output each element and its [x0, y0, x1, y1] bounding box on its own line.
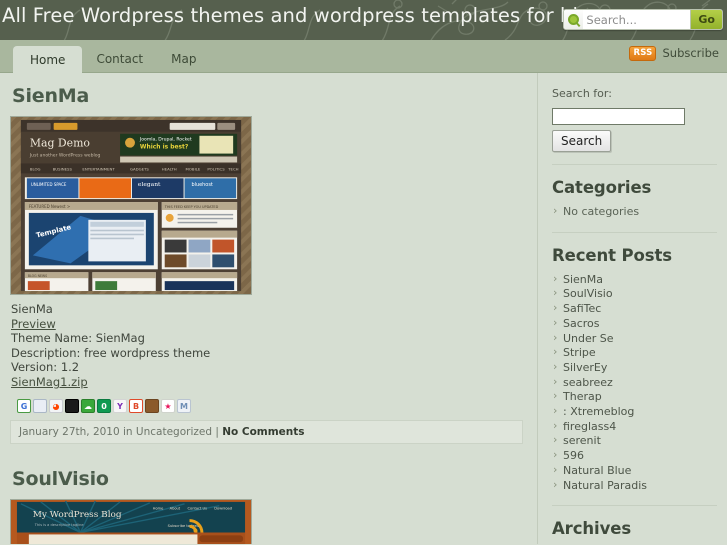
widget-search: Search for: Search: [552, 87, 717, 164]
svg-text:GADGETS: GADGETS: [130, 166, 149, 171]
post-meta-bar: January 27th, 2010 in Uncategorized | No…: [10, 419, 523, 444]
list-item[interactable]: Under Se: [552, 331, 717, 347]
svg-text:POLITICS: POLITICS: [207, 166, 225, 171]
categories-title: Categories: [552, 178, 652, 197]
list-item[interactable]: Therap: [552, 389, 717, 405]
post-detail-lines: SienMa Preview Theme Name: SienMag Descr…: [10, 302, 525, 390]
post-spacer: [10, 444, 525, 466]
download-zip-link[interactable]: SienMag1.zip: [11, 375, 88, 389]
list-item[interactable]: Stripe: [552, 345, 717, 361]
nav-tab-list: Home Contact Map: [0, 40, 727, 73]
search-go-button[interactable]: Go: [690, 10, 722, 29]
svg-text:BLOG: BLOG: [30, 166, 41, 171]
subscribe-label: Subscribe: [662, 46, 719, 61]
svg-text:Mag Demo: Mag Demo: [30, 137, 90, 150]
list-item[interactable]: SilverEy: [552, 360, 717, 376]
post-date: January 27th, 2010 in Uncategorized |: [19, 425, 223, 438]
list-item[interactable]: Natural Paradis: [552, 478, 717, 494]
sphinn-icon[interactable]: ★: [161, 398, 175, 413]
widget-categories: Categories No categories: [552, 164, 717, 232]
svg-text:Joomla, Drupal, Rocket: Joomla, Drupal, Rocket: [139, 137, 192, 143]
nav-tab-map[interactable]: Map: [157, 46, 210, 73]
svg-text:ENTERTAINMENT: ENTERTAINMENT: [82, 166, 115, 171]
rss-icon: RSS: [629, 46, 657, 61]
technorati-icon[interactable]: ☁: [81, 398, 95, 413]
dzone-icon[interactable]: [65, 398, 79, 413]
svg-text:HEALTH: HEALTH: [162, 166, 177, 171]
tipd-icon[interactable]: 0: [97, 398, 111, 413]
post-thumbnail[interactable]: My WordPress Blog This is a descriptive …: [10, 498, 252, 544]
widget-recent-posts: Recent Posts SienMa SoulVisio SafiTec Sa…: [552, 231, 717, 506]
svg-text:Download: Download: [214, 506, 232, 510]
site-header: All Free Wordpress themes and wordpress …: [0, 0, 727, 40]
svg-text:My WordPress Blog: My WordPress Blog: [33, 510, 122, 520]
post-soulvisio: SoulVisio My WordPress Blog This is a de…: [10, 468, 525, 544]
theme-description-line: Description: free wordpress theme: [11, 345, 211, 360]
theme-version-line: Version: 1.2: [11, 360, 80, 375]
archives-title: Archives: [552, 519, 632, 539]
page-body: SienMa Mag Demo Just another WordPress w…: [0, 73, 727, 544]
list-item[interactable]: serenit: [552, 433, 717, 449]
blinklist-icon[interactable]: B: [129, 398, 143, 413]
svg-text:TECH: TECH: [227, 166, 239, 171]
svg-text:FEATURED Newest >: FEATURED Newest >: [29, 204, 70, 209]
list-item[interactable]: : Xtremeblog: [552, 404, 717, 420]
list-item[interactable]: SafiTec: [552, 301, 717, 317]
theme-name-line: Theme Name: SienMag: [11, 331, 145, 346]
widget-archives: Archives January 2010 (33) December 2009…: [552, 505, 717, 544]
post-thumbnail[interactable]: Mag Demo Just another WordPress weblog J…: [10, 116, 252, 295]
list-item[interactable]: seabreez: [552, 375, 717, 391]
post-sienma: SienMa Mag Demo Just another WordPress w…: [10, 85, 525, 444]
search-for-label: Search for:: [552, 87, 612, 100]
svg-text:bluehost: bluehost: [191, 182, 212, 188]
subscribe-link[interactable]: RSS Subscribe: [629, 46, 719, 61]
post-title[interactable]: SienMa: [12, 85, 525, 107]
delicious-icon[interactable]: [33, 398, 47, 413]
svg-text:elegant: elegant: [138, 181, 161, 188]
svg-text:MOBILE: MOBILE: [186, 166, 201, 171]
svg-text:Just another WordPress weblog: Just another WordPress weblog: [29, 153, 101, 159]
svg-text:Contact Us: Contact Us: [188, 506, 208, 510]
preview-link[interactable]: Preview: [11, 317, 56, 331]
svg-text:Which is best?: Which is best?: [140, 144, 189, 151]
list-item[interactable]: SienMa: [552, 272, 717, 288]
post-comments-link[interactable]: No Comments: [222, 426, 304, 438]
list-item[interactable]: Sacros: [552, 316, 717, 332]
svg-text:UNLIMITED SPACE: UNLIMITED SPACE: [31, 182, 67, 187]
nav-tab-contact[interactable]: Contact: [82, 46, 157, 73]
svg-text:BLOG NEWS: BLOG NEWS: [28, 274, 47, 278]
list-item[interactable]: fireglass4: [552, 419, 717, 435]
sidebar-search-input[interactable]: [552, 108, 685, 125]
main-navigation: Home Contact Map RSS Subscribe: [0, 40, 727, 73]
svg-text:This is a descriptive tagline: This is a descriptive tagline: [34, 522, 84, 526]
svg-text:Home: Home: [153, 506, 164, 510]
google-icon[interactable]: G: [17, 398, 31, 413]
header-search-input[interactable]: [583, 10, 691, 29]
post-title[interactable]: SoulVisio: [12, 468, 525, 490]
svg-text:BUSINESS: BUSINESS: [53, 166, 73, 171]
stumbleupon-icon[interactable]: [145, 398, 159, 413]
list-item[interactable]: SoulVisio: [552, 286, 717, 302]
list-item: No categories: [552, 204, 717, 220]
sidebar: Search for: Search Categories No categor…: [537, 73, 727, 544]
nav-tab-home[interactable]: Home: [13, 46, 83, 73]
header-search-box[interactable]: Go: [563, 9, 723, 30]
main-content: SienMa Mag Demo Just another WordPress w…: [0, 73, 537, 544]
reddit-icon[interactable]: ◕: [49, 398, 63, 413]
categories-list: No categories: [552, 204, 717, 220]
svg-text:About: About: [170, 506, 181, 510]
search-icon: [564, 10, 584, 29]
list-item[interactable]: Natural Blue: [552, 463, 717, 479]
social-share-row: G ◕ ☁ 0 Y B ★ M: [17, 398, 525, 413]
post-name-line: SienMa: [11, 302, 53, 316]
sidebar-search-button[interactable]: Search: [552, 130, 612, 152]
yahoo-buzz-icon[interactable]: Y: [113, 398, 127, 413]
recent-posts-list: SienMa SoulVisio SafiTec Sacros Under Se…: [552, 272, 717, 494]
list-item[interactable]: 596: [552, 448, 717, 464]
page-title: All Free Wordpress themes and wordpress …: [2, 4, 591, 27]
svg-text:THIS FEED KEEP YOU UPDATED: THIS FEED KEEP YOU UPDATED: [164, 205, 219, 209]
recent-posts-title: Recent Posts: [552, 245, 673, 265]
mixx-icon[interactable]: M: [177, 398, 191, 413]
